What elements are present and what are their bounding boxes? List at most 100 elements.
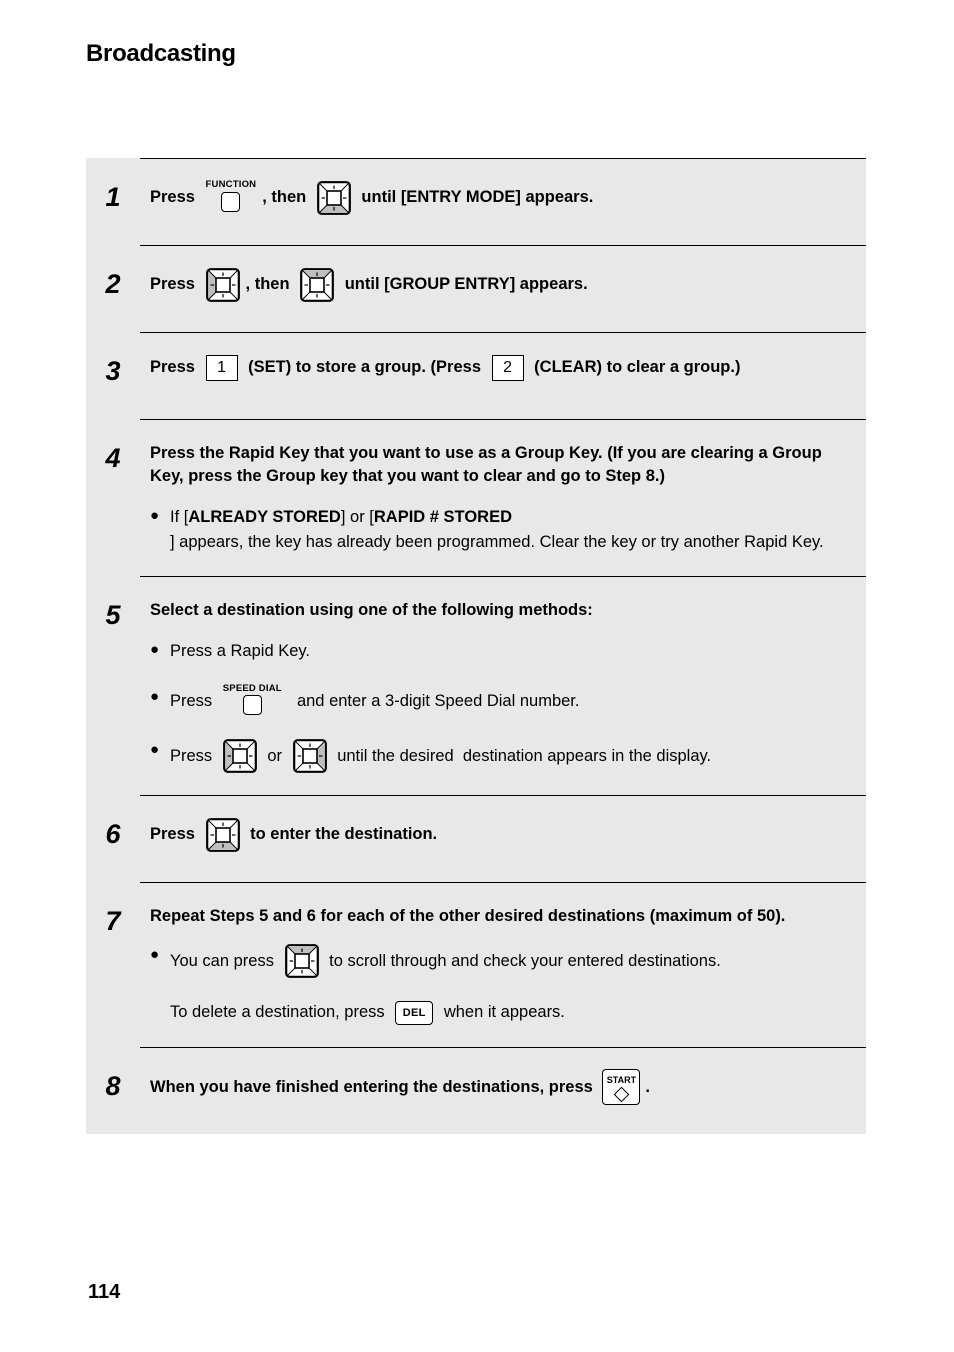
nav-key-up-icon (300, 268, 335, 302)
text-run: or (262, 746, 287, 765)
bullet-dot-icon: ● (150, 741, 160, 759)
text-run: to scroll through and check your entered… (324, 952, 721, 971)
step-instruction-line: Press 1 (SET) to store a group. (Press 2… (150, 355, 852, 381)
step-number: 4 (105, 443, 121, 473)
instruction-step: 3 Press 1 (SET) to store a group. (Press … (86, 332, 866, 419)
bullet-text: If [ALREADY STORED] or [RAPID # STORED ] … (170, 505, 852, 555)
key-face (221, 191, 241, 212)
bullet-dot-icon: ● (150, 687, 160, 705)
bullet-dot-icon: ● (150, 506, 160, 524)
bullet-text: Press a Rapid Key. (170, 639, 852, 664)
bullet-text: Press or until the desired destination a… (170, 739, 852, 773)
text-run: To delete a destination, press (170, 1003, 390, 1022)
text-run: to enter the destination. (245, 825, 438, 844)
digit-key-2-icon: 2 (491, 355, 524, 381)
bullet-list: ● If [ALREADY STORED] or [RAPID # STORED]… (150, 505, 852, 555)
nav-key-up-icon (284, 944, 319, 979)
instruction-step: 2 Press , then until [GROUP ENTRY] appear… (86, 245, 866, 332)
step-instruction-line: Press , then until [GROUP ENTRY] appears… (150, 268, 852, 302)
text-run: (SET) to store a group. (Press (243, 358, 486, 377)
step-content: Repeat Steps 5 and 6 for each of the oth… (140, 882, 866, 1047)
step-content: Press , then until [GROUP ENTRY] appears… (140, 245, 866, 332)
bullet-item: ● Press or until the desired destination … (150, 739, 852, 773)
start-key-label: START (606, 1075, 637, 1086)
text-run: Press (170, 746, 217, 765)
text-run: . (645, 1078, 651, 1097)
text-run: Press (150, 275, 200, 294)
nav-key-right-icon (292, 739, 327, 773)
instruction-panel: 1 Press FUNCTION , then until [ENTRY MODE]… (86, 158, 866, 1135)
text-run: Press a Rapid Key. (170, 641, 311, 660)
instruction-step: 6 Press to enter the destination. (86, 795, 866, 882)
step-instruction-text: Repeat Steps 5 and 6 for each of the oth… (150, 907, 786, 926)
text-run: until [ENTRY MODE] appears. (356, 188, 594, 207)
text-run: when it appears. (439, 1003, 565, 1022)
speed-dial-key-icon: SPEED DIAL (223, 684, 282, 716)
page-title: Broadcasting (86, 40, 236, 67)
page-number: 114 (88, 1281, 121, 1303)
bullet-list: ● Press a Rapid Key. ● Press SPEED DIAL and… (150, 639, 852, 773)
step-content: Select a destination using one of the fo… (140, 576, 866, 795)
bullet-item: ● Press a Rapid Key. (150, 639, 852, 664)
text-run: Press (150, 188, 200, 207)
nav-key-down-icon (205, 818, 240, 852)
step-number: 5 (105, 600, 121, 631)
instruction-step: 8 When you have finished entering the des… (86, 1047, 866, 1134)
step-number: 3 (105, 356, 121, 386)
step-content: Press FUNCTION , then until [ENTRY MODE] … (140, 158, 866, 245)
nav-key-left-icon (205, 268, 240, 302)
step-number: 1 (105, 182, 121, 212)
step-instruction-line: When you have finished entering the dest… (150, 1069, 852, 1106)
text-run: Press (150, 825, 200, 844)
text-run: , then (245, 275, 295, 294)
bullet-dot-icon: ● (150, 640, 160, 658)
step-instruction-text: Press the Rapid Key that you want to use… (150, 444, 822, 486)
text-run: When you have finished entering the dest… (150, 1078, 598, 1097)
text-run: If [ (170, 507, 189, 526)
text-run: You can press (170, 952, 279, 971)
text-run: until [GROUP ENTRY] appears. (340, 275, 588, 294)
bullet-text: You can press to scroll through and chec… (170, 944, 852, 979)
instruction-step: 4 Press the Rapid Key that you want to us… (86, 419, 866, 576)
text-run: Press (150, 358, 200, 377)
step-number: 2 (105, 269, 121, 299)
bullet-dot-icon: ● (150, 946, 160, 964)
bullet-item: ● If [ALREADY STORED] or [RAPID # STORED]… (150, 505, 852, 555)
step-number: 6 (105, 819, 121, 850)
emphasis-text: RAPID # STORED (373, 507, 512, 526)
digit-key-1-icon: 1 (205, 355, 238, 381)
step-instruction-text: Select a destination using one of the fo… (150, 601, 593, 620)
text-run: ] or [ (340, 507, 374, 526)
bullet-item: To delete a destination, press DEL when … (150, 1000, 852, 1025)
instruction-step: 7 Repeat Steps 5 and 6 for each of the ot… (86, 882, 866, 1047)
bullet-text: To delete a destination, press DEL when … (170, 1000, 852, 1025)
step-instruction-line: Press to enter the destination. (150, 818, 852, 852)
step-instruction-line: Press FUNCTION , then until [ENTRY MODE] … (150, 180, 852, 215)
key-label: FUNCTION (205, 179, 257, 191)
start-key-icon: START (602, 1069, 641, 1106)
diamond-icon (613, 1086, 630, 1103)
bullet-item: ● You can press to scroll through and che… (150, 944, 852, 979)
emphasis-text: ALREADY STORED (188, 507, 341, 526)
bullet-text: Press SPEED DIAL and enter a 3-digit Spe… (170, 684, 852, 718)
step-content: Press to enter the destination. (140, 795, 866, 882)
step-content: Press the Rapid Key that you want to use… (140, 419, 866, 576)
key-label: SPEED DIAL (222, 682, 282, 694)
function-key-icon: FUNCTION (206, 180, 257, 212)
text-run: ] appears, the key has already been prog… (170, 532, 824, 551)
instruction-step: 5 Select a destination using one of the f… (86, 576, 866, 795)
nav-key-down-icon (316, 181, 351, 215)
text-run: Press (170, 691, 217, 710)
bullet-list: ● You can press to scroll through and che… (150, 944, 852, 1025)
text-run: and enter a 3-digit Speed Dial number. (287, 691, 580, 710)
step-number: 8 (105, 1071, 121, 1102)
text-run: (CLEAR) to clear a group.) (529, 358, 741, 377)
text-run: , then (262, 188, 311, 207)
nav-key-left-icon (222, 739, 257, 773)
step-number: 7 (105, 906, 121, 937)
instruction-step: 1 Press FUNCTION , then until [ENTRY MODE]… (86, 158, 866, 245)
step-content: Press 1 (SET) to store a group. (Press 2… (140, 332, 866, 419)
bullet-item: ● Press SPEED DIAL and enter a 3-digit Sp… (150, 684, 852, 718)
key-face (242, 695, 262, 716)
step-content: When you have finished entering the dest… (140, 1047, 866, 1134)
